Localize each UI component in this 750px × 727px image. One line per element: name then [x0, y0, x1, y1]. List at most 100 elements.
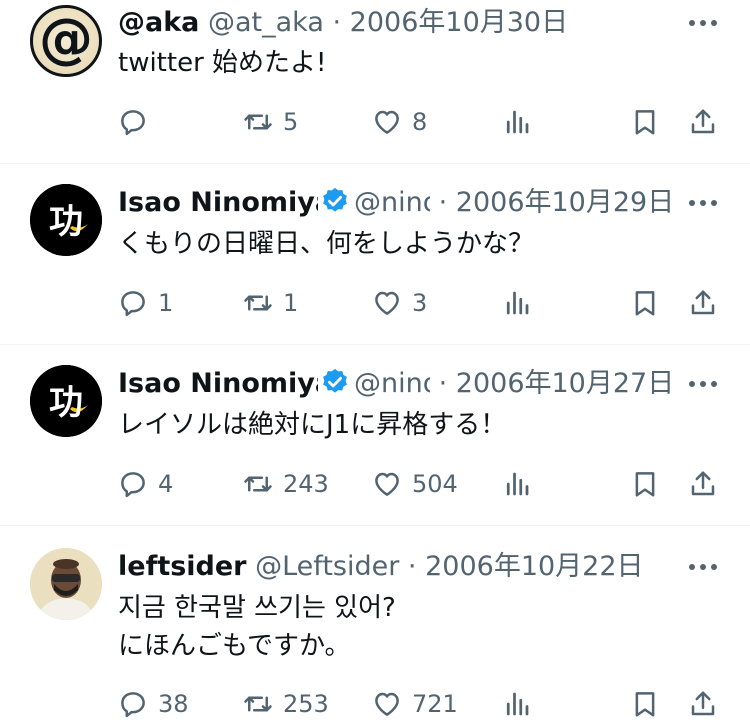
bookmark-button[interactable] — [630, 686, 670, 722]
avatar[interactable]: 功 — [30, 184, 102, 256]
reply-count: 4 — [158, 470, 174, 498]
tweet[interactable]: leftsider @Leftsider · 2006年10月22日 지금 한국… — [0, 526, 750, 727]
tweet-text: twitter 始めたよ! — [118, 44, 720, 82]
tweet[interactable]: @ @aka @at_aka · 2006年10月30日 twitter 始めた… — [0, 0, 750, 164]
tweet-text-line: twitter 始めたよ! — [118, 48, 327, 78]
timeline: @ @aka @at_aka · 2006年10月30日 twitter 始めた… — [0, 0, 750, 727]
tweet-text: 지금 한국말 쓰기는 있어? にほんごもですか。 — [118, 589, 720, 665]
separator: · — [407, 551, 417, 582]
like-count: 721 — [412, 690, 458, 718]
heart-icon — [375, 110, 399, 134]
action-bar: 5 8 — [118, 104, 720, 140]
like-button[interactable]: 504 — [372, 466, 458, 502]
retweet-count: 243 — [283, 470, 329, 498]
tweet[interactable]: 功 Isao Ninomiya @nino · 2006年10月27日 レイソルは… — [0, 345, 750, 526]
display-name[interactable]: leftsider — [118, 551, 247, 582]
reply-count: 1 — [158, 289, 174, 317]
share-button[interactable] — [688, 285, 728, 321]
tweet-header: @aka @at_aka · 2006年10月30日 — [118, 6, 670, 40]
share-button[interactable] — [688, 686, 728, 722]
share-icon — [691, 290, 715, 315]
heart-icon — [375, 472, 399, 496]
avatar-logo-text: 功 — [49, 383, 83, 423]
user-handle[interactable]: @Leftsider — [255, 551, 399, 582]
bookmark-icon — [635, 291, 655, 316]
bookmark-button[interactable] — [630, 285, 670, 321]
display-name[interactable]: Isao Ninomiya — [118, 186, 318, 220]
tweet-text-line: 지금 한국말 쓰기는 있어? — [118, 593, 396, 623]
views-button[interactable] — [502, 686, 542, 722]
tweet-date[interactable]: 2006年10月30日 — [350, 7, 568, 38]
more-icon[interactable] — [686, 8, 720, 38]
retweet-icon — [244, 476, 272, 492]
like-button[interactable]: 3 — [372, 285, 427, 321]
like-count: 8 — [412, 108, 428, 136]
more-icon[interactable] — [686, 552, 720, 582]
display-name[interactable]: @aka — [118, 7, 199, 38]
share-button[interactable] — [688, 466, 728, 502]
tweet-header: Isao Ninomiya @nino · 2006年10月27日 — [118, 367, 670, 401]
tweet-date[interactable]: 2006年10月22日 — [425, 551, 643, 582]
user-handle[interactable]: @nino — [354, 186, 430, 220]
user-handle[interactable]: @at_aka — [208, 7, 324, 38]
avatar-logo-text: @ — [39, 7, 93, 70]
tweet-text-line: レイソルは絶対にJ1に昇格する！ — [118, 410, 507, 440]
action-bar: 38 253 721 — [118, 686, 720, 722]
tweet-date[interactable]: 2006年10月27日 — [456, 368, 670, 399]
verified-badge-icon — [323, 187, 347, 212]
views-icon — [506, 110, 529, 134]
retweet-count: 5 — [283, 108, 299, 136]
avatar[interactable]: 功 — [30, 365, 102, 437]
retweet-button[interactable]: 243 — [243, 466, 329, 502]
retweet-button[interactable]: 1 — [243, 285, 298, 321]
views-icon — [506, 291, 529, 315]
avatar[interactable] — [30, 548, 102, 620]
separator: · — [438, 187, 448, 218]
heart-icon — [375, 291, 399, 315]
bookmark-button[interactable] — [630, 466, 670, 502]
action-bar: 1 1 3 — [118, 285, 720, 321]
reply-button[interactable]: 4 — [118, 466, 173, 502]
share-icon — [691, 691, 715, 716]
reply-icon — [121, 110, 145, 136]
tweet-text-line: くもりの日曜日、何をしようかな？ — [118, 229, 535, 259]
views-button[interactable] — [502, 466, 542, 502]
share-button[interactable] — [688, 104, 728, 140]
action-bar: 4 243 504 — [118, 466, 720, 502]
like-button[interactable]: 721 — [372, 686, 458, 722]
views-icon — [506, 692, 529, 716]
reply-icon — [121, 692, 145, 718]
avatar[interactable]: @ — [30, 5, 102, 77]
like-count: 504 — [412, 470, 458, 498]
reply-button[interactable]: 1 — [118, 285, 173, 321]
bookmark-button[interactable] — [630, 104, 670, 140]
retweet-button[interactable]: 5 — [243, 104, 298, 140]
avatar-image: 功 — [30, 365, 102, 437]
reply-button[interactable]: 38 — [118, 686, 189, 722]
views-button[interactable] — [502, 104, 542, 140]
user-handle[interactable]: @nino — [354, 367, 430, 401]
verified-badge-icon — [323, 368, 347, 393]
retweet-icon — [244, 696, 272, 712]
reply-button[interactable] — [118, 104, 158, 140]
tweet[interactable]: 功 Isao Ninomiya @nino · 2006年10月29日 くもりの日… — [0, 164, 750, 345]
share-icon — [691, 471, 715, 496]
tweet-text-line: にほんごもですか。 — [118, 631, 351, 661]
avatar-logo-text: 功 — [49, 202, 83, 242]
tweet-header: leftsider @Leftsider · 2006年10月22日 — [118, 550, 670, 584]
more-icon[interactable] — [686, 188, 720, 218]
retweet-button[interactable]: 253 — [243, 686, 329, 722]
bookmark-icon — [635, 472, 655, 497]
reply-icon — [121, 291, 145, 317]
views-icon — [506, 472, 529, 496]
like-button[interactable]: 8 — [372, 104, 427, 140]
display-name[interactable]: Isao Ninomiya — [118, 367, 318, 401]
bookmark-icon — [635, 110, 655, 135]
like-count: 3 — [412, 289, 428, 317]
tweet-date[interactable]: 2006年10月29日 — [456, 187, 670, 218]
tweet-header: Isao Ninomiya @nino · 2006年10月29日 — [118, 186, 670, 220]
more-icon[interactable] — [686, 369, 720, 399]
heart-icon — [375, 692, 399, 716]
retweet-count: 1 — [283, 289, 299, 317]
views-button[interactable] — [502, 285, 542, 321]
